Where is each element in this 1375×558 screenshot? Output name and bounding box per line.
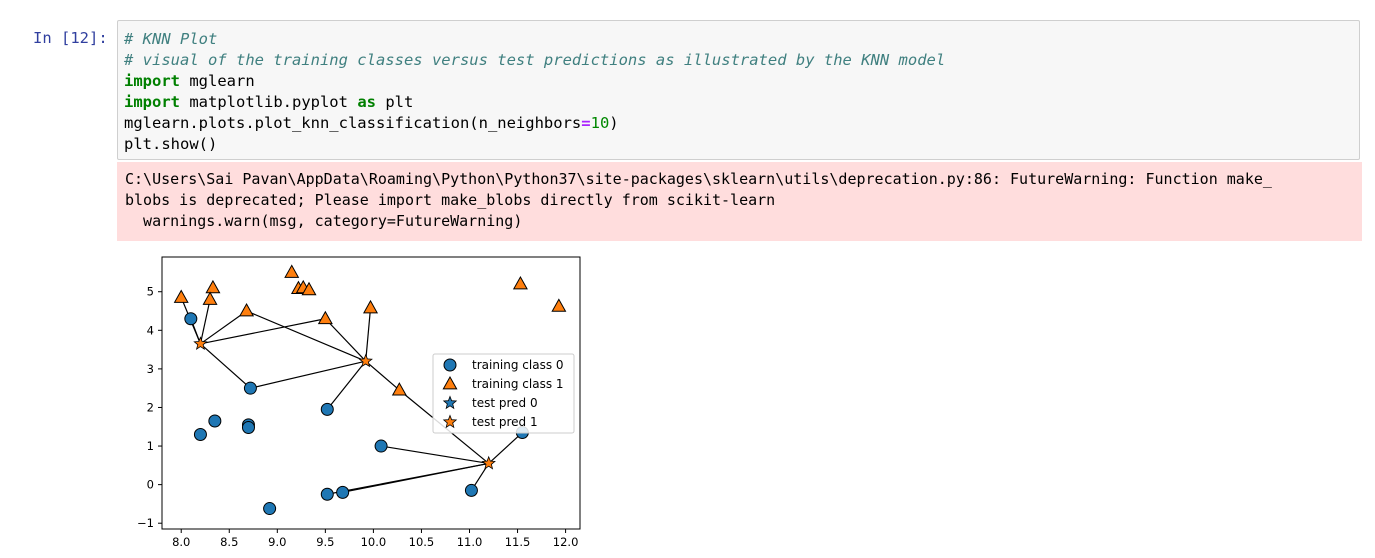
training-class-1-point bbox=[551, 298, 567, 312]
cell-prompt: In [12]: bbox=[33, 29, 108, 47]
code-text: ) bbox=[609, 114, 619, 132]
stderr-line-1: C:\Users\Sai Pavan\AppData\Roaming\Pytho… bbox=[125, 170, 1272, 188]
legend-label: training class 0 bbox=[472, 358, 564, 372]
training-class-0-point bbox=[193, 427, 207, 441]
training-class-0-point bbox=[184, 312, 198, 326]
code-line-4: import matplotlib.pyplot as plt bbox=[124, 92, 1353, 113]
code-keyword: import bbox=[124, 93, 180, 111]
code-text: mglearn bbox=[180, 72, 255, 90]
legend-circle-marker bbox=[443, 358, 457, 372]
knn-plot: 8.0 8.5 9.0 9.5 10.0 10.5 11.0 11.5 12.0 −1 0 1 2 3 4 5… bbox=[137, 256, 581, 549]
training-class-0-point bbox=[263, 502, 277, 516]
stderr-line-3: warnings.warn(msg, category=FutureWarnin… bbox=[125, 212, 523, 230]
code-line-2: # visual of the training classes versus … bbox=[124, 50, 1353, 71]
code-operator: = bbox=[581, 114, 591, 132]
y-tick-label: 0 bbox=[147, 478, 154, 492]
code-keyword: as bbox=[357, 93, 376, 111]
y-tick-label: 2 bbox=[147, 400, 154, 414]
training-class-1-point bbox=[173, 289, 189, 303]
legend-label: training class 1 bbox=[472, 377, 564, 391]
training-class-0-point bbox=[374, 439, 388, 453]
code-input-area[interactable]: # KNN Plot # visual of the training clas… bbox=[117, 20, 1360, 160]
stderr-line-2: blobs is deprecated; Please import make_… bbox=[125, 191, 776, 209]
neighbor-line bbox=[365, 307, 372, 362]
training-class-0-point bbox=[320, 402, 334, 416]
x-tick-label: 8.0 bbox=[172, 535, 190, 549]
training-class-1-point bbox=[512, 275, 528, 290]
training-class-1-point bbox=[317, 310, 333, 325]
code-number: 10 bbox=[590, 114, 610, 132]
y-tick-label: 5 bbox=[147, 285, 154, 299]
legend-label: test pred 0 bbox=[472, 396, 538, 410]
neighbor-line bbox=[200, 318, 326, 345]
neighbor-line bbox=[199, 299, 211, 344]
neighbor-line bbox=[488, 432, 523, 464]
neighbor-line bbox=[324, 318, 367, 362]
neighbor-line bbox=[246, 310, 366, 362]
x-tick-label: 11.0 bbox=[457, 535, 483, 549]
code-text: mglearn.plots.plot_knn_classification(n_… bbox=[124, 114, 582, 132]
training-class-1-point bbox=[202, 291, 218, 305]
neighbor-line bbox=[200, 343, 251, 389]
neighbor-line bbox=[327, 462, 489, 495]
training-class-0-point bbox=[243, 381, 257, 395]
legend-label: test pred 1 bbox=[472, 415, 538, 429]
code-line-3: import mglearn bbox=[124, 71, 1353, 92]
code-keyword: import bbox=[124, 72, 180, 90]
training-class-1-point bbox=[363, 299, 379, 314]
code-comment: # KNN Plot bbox=[124, 30, 218, 48]
x-tick-label: 12.0 bbox=[553, 535, 579, 549]
y-tick-label: 4 bbox=[147, 323, 154, 337]
code-line-5: mglearn.plots.plot_knn_classification(n_… bbox=[124, 113, 1353, 134]
neighbor-line bbox=[365, 360, 400, 391]
code-line-6: plt.show() bbox=[124, 134, 1353, 155]
y-tick-label: 3 bbox=[147, 362, 154, 376]
stderr-output: C:\Users\Sai Pavan\AppData\Roaming\Pytho… bbox=[117, 162, 1362, 241]
training-class-0-point bbox=[320, 487, 334, 501]
code-text: plt.show() bbox=[124, 135, 218, 153]
x-tick-label: 9.5 bbox=[316, 535, 334, 549]
x-tick-label: 11.5 bbox=[505, 535, 531, 549]
training-class-0-point bbox=[208, 414, 222, 428]
code-text: matplotlib.pyplot bbox=[180, 93, 358, 111]
y-tick-label: −1 bbox=[137, 516, 154, 530]
training-class-1-point bbox=[284, 264, 300, 278]
x-tick-label: 8.5 bbox=[220, 535, 238, 549]
x-tick-label: 10.5 bbox=[409, 535, 435, 549]
neighbor-line bbox=[380, 445, 489, 465]
training-class-1-point bbox=[205, 279, 221, 294]
training-class-1-point bbox=[239, 302, 255, 317]
x-tick-label: 9.0 bbox=[268, 535, 286, 549]
x-tick-label: 10.0 bbox=[361, 535, 387, 549]
y-tick-label: 1 bbox=[147, 439, 154, 453]
code-line-1: # KNN Plot bbox=[124, 29, 1353, 50]
training-class-0-point bbox=[241, 421, 255, 435]
training-class-0-point bbox=[464, 483, 478, 497]
training-class-1-point bbox=[391, 382, 407, 396]
code-comment: # visual of the training classes versus … bbox=[124, 51, 946, 69]
training-class-0-point bbox=[336, 485, 350, 499]
code-text: plt bbox=[375, 93, 414, 111]
neighbor-line bbox=[250, 360, 366, 389]
